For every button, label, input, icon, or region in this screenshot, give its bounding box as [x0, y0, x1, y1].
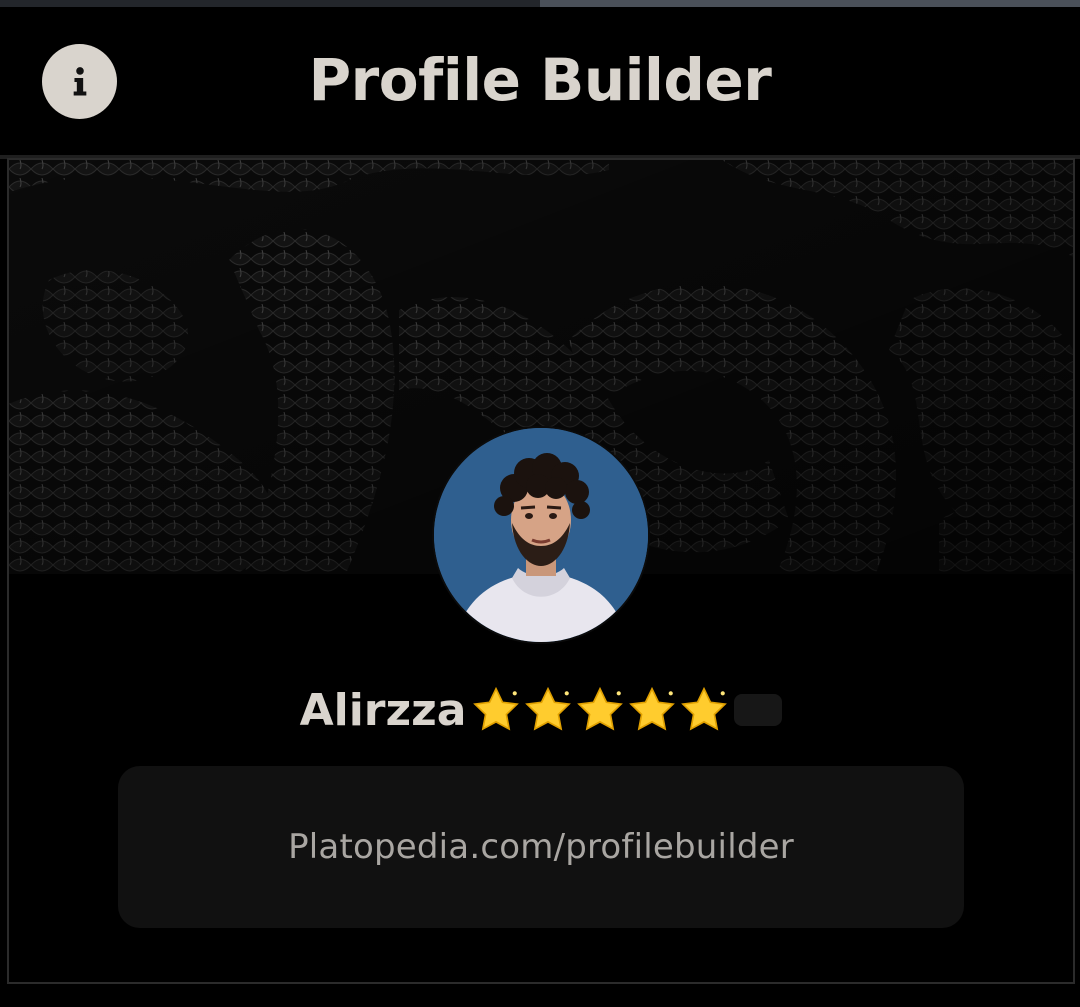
top-progress-fill [540, 0, 1080, 7]
page-title: Profile Builder [308, 46, 772, 114]
star-icon [525, 686, 572, 731]
profile-card: Alirzza Platopedia.com/profilebuilder [7, 158, 1075, 984]
app-header: Profile Builder [0, 7, 1080, 159]
star-icon [473, 686, 520, 731]
profile-name-row: Alirzza [9, 682, 1073, 738]
star-icon [577, 686, 624, 731]
rating-stars [470, 685, 730, 735]
profile-avatar[interactable] [434, 428, 648, 642]
avatar-portrait [434, 428, 648, 642]
star-icon [681, 686, 728, 731]
info-icon [73, 66, 86, 95]
profile-name: Alirzza [299, 684, 467, 736]
info-button[interactable] [42, 44, 117, 119]
profile-link[interactable]: Platopedia.com/profilebuilder [288, 827, 794, 867]
star-icon [629, 686, 676, 731]
name-badge [734, 694, 783, 726]
top-progress-track [0, 0, 1080, 7]
profile-link-box[interactable]: Platopedia.com/profilebuilder [118, 766, 964, 928]
